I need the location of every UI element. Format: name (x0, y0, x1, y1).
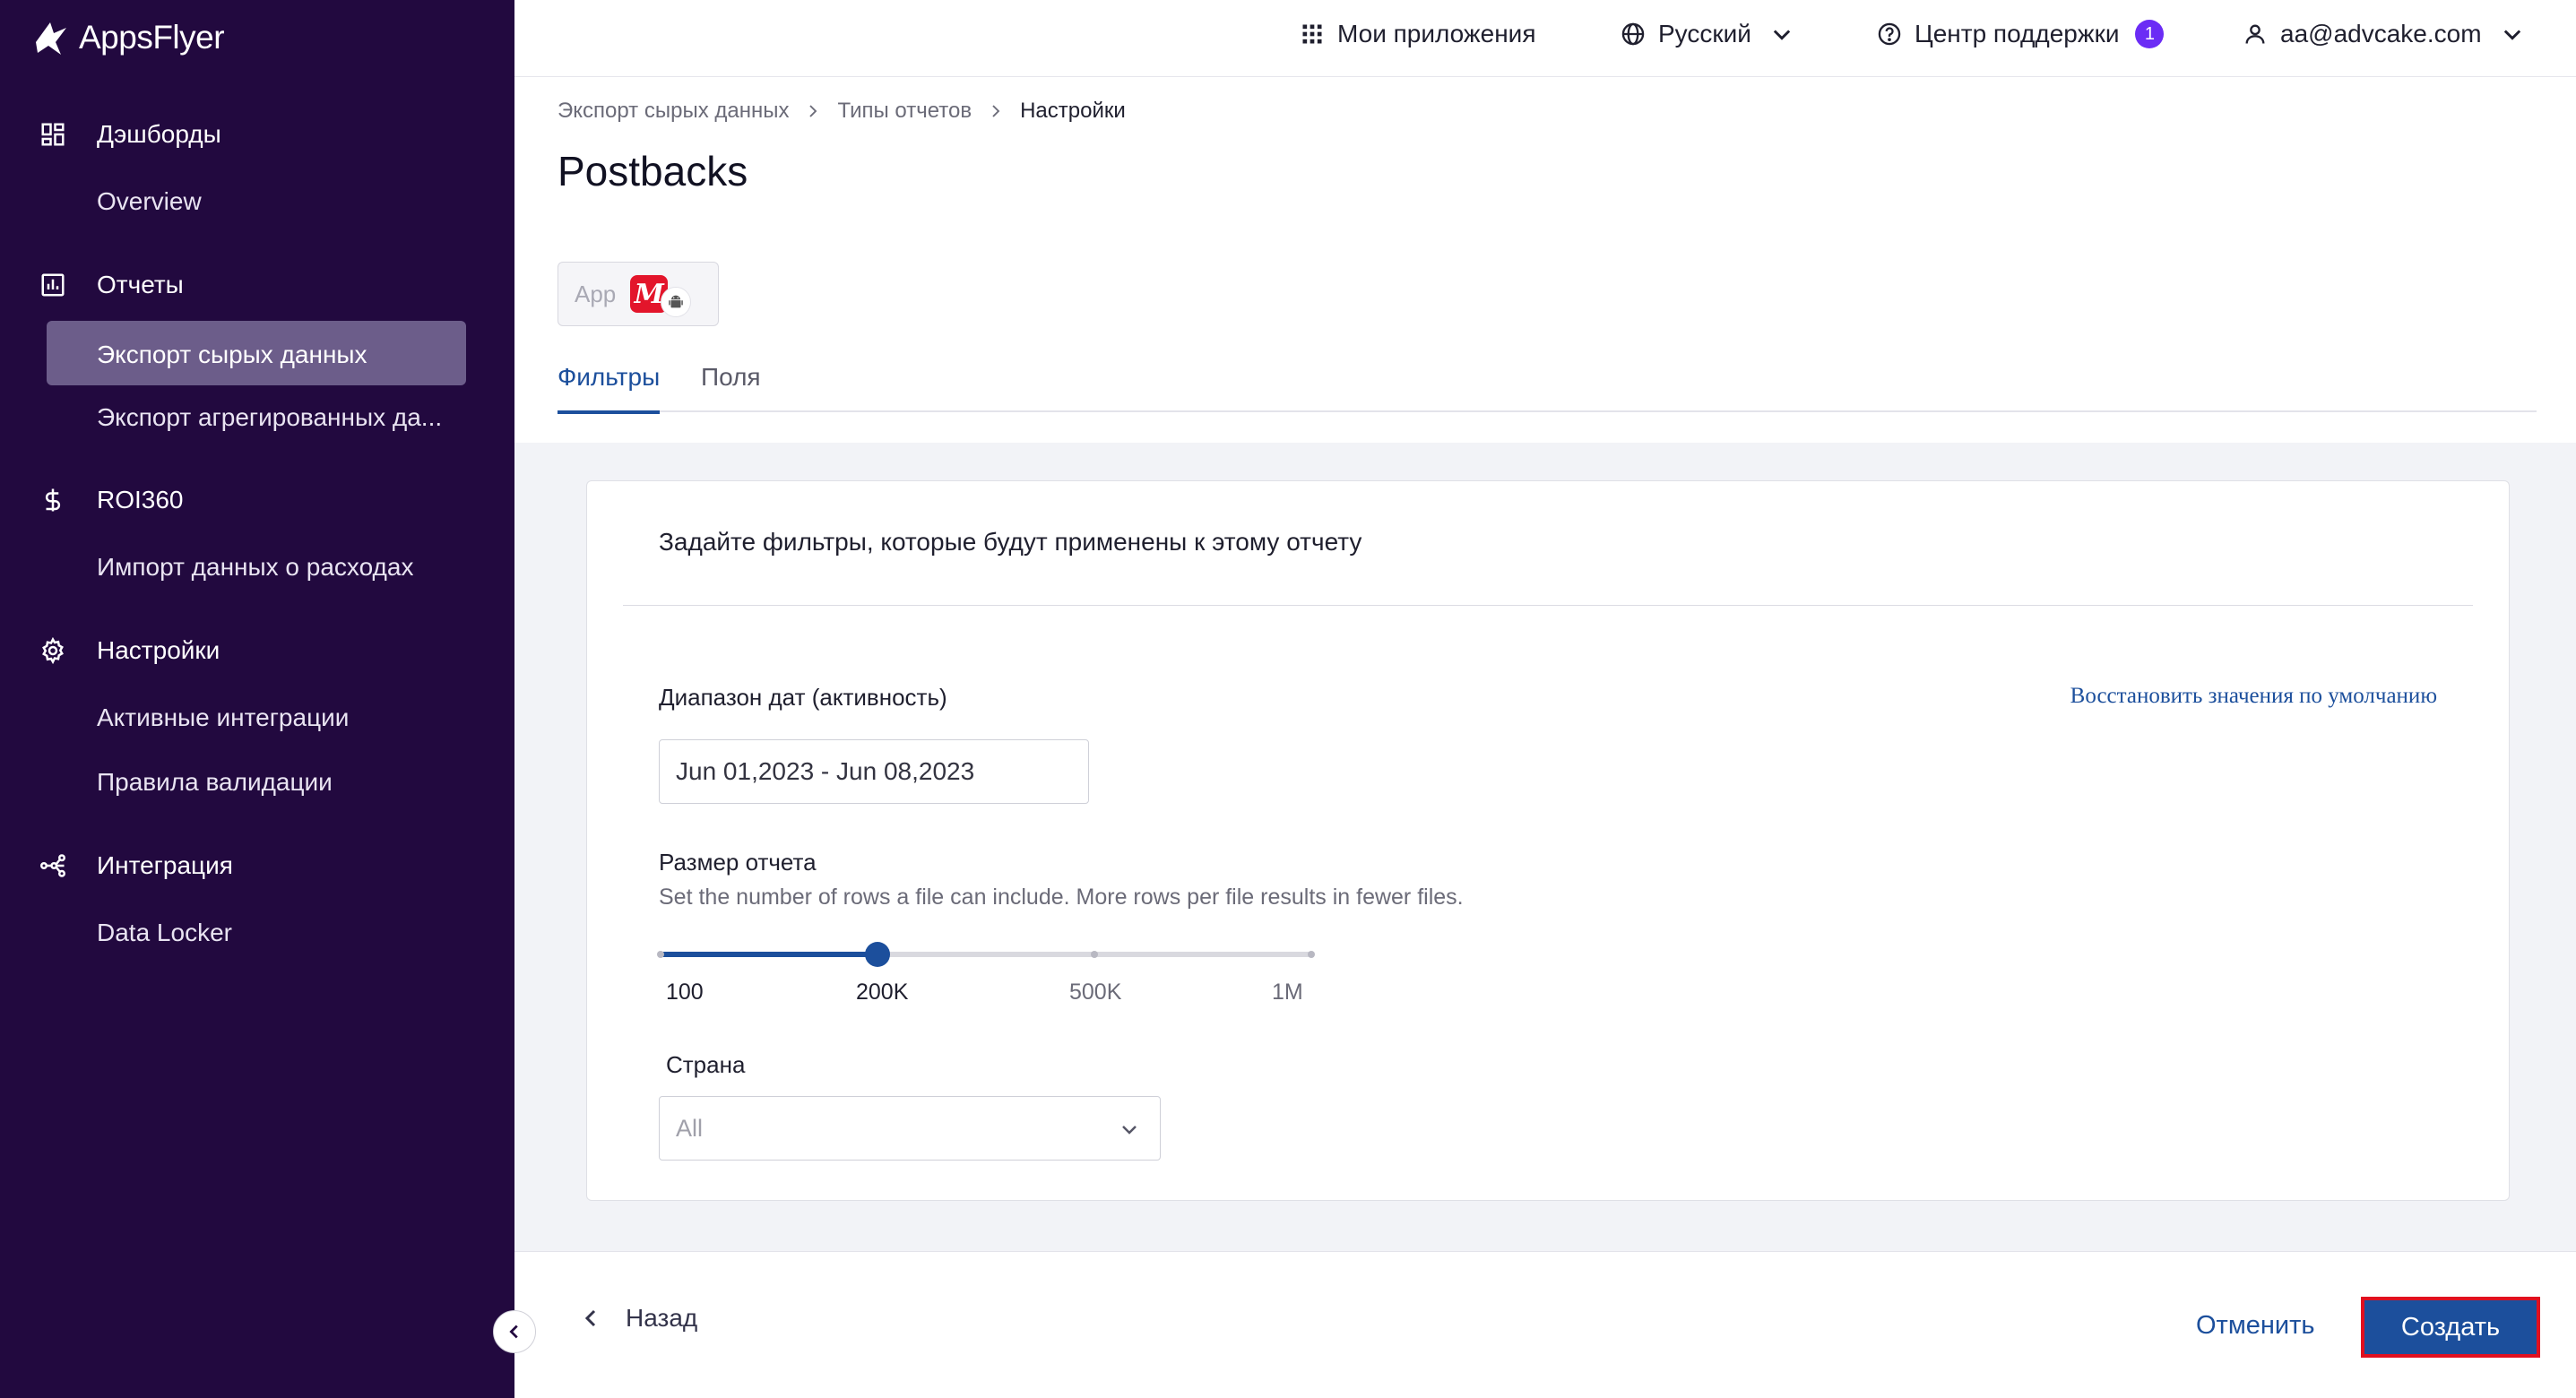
reports-icon (38, 270, 68, 300)
slider-tick (1090, 951, 1098, 958)
slider-stop-label[interactable]: 500K (1069, 979, 1121, 1005)
country-label: Страна (666, 1051, 746, 1078)
filters-heading: Задайте фильтры, которые будут применены… (659, 528, 1362, 556)
cancel-button[interactable]: Отменить (2196, 1293, 2315, 1358)
topbar: Мои приложения Русский Центр поддержки 1… (514, 0, 2576, 77)
slider-fill (661, 952, 877, 957)
date-range-input[interactable]: Jun 01,2023 - Jun 08,2023 (659, 739, 1089, 804)
chevron-down-icon (2503, 30, 2520, 40)
sidebar-item-label: Overview (97, 187, 202, 215)
android-icon (661, 287, 692, 317)
app-selector-chip[interactable]: App М (558, 262, 719, 326)
sidebar-section-label: Интеграция (97, 851, 233, 879)
my-apps-label: Мои приложения (1337, 20, 1536, 47)
chevron-down-icon (1122, 1126, 1137, 1135)
sidebar-item-overview[interactable]: Overview (0, 174, 514, 229)
create-label: Создать (2400, 1312, 2501, 1342)
page-title: Postbacks (558, 148, 748, 194)
account-email: aa@advcake.com (2280, 20, 2482, 47)
sidebar-section-integration[interactable]: Интеграция (0, 840, 514, 892)
sidebar-item-cost-import[interactable]: Импорт данных о расходах (0, 539, 514, 595)
back-button[interactable]: Назад (581, 1304, 697, 1333)
breadcrumb-raw-data-export[interactable]: Экспорт сырых данных (558, 99, 789, 124)
support-label: Центр поддержки (1915, 20, 2120, 47)
sidebar: AppsFlyer Дэшборды Overview Отчеты Экспо… (0, 0, 514, 1398)
chevron-left-icon (584, 1309, 596, 1327)
tab-label: Поля (701, 363, 761, 391)
sidebar-item-label: Импорт данных о расходах (97, 553, 414, 581)
user-icon (2245, 24, 2265, 44)
report-size-slider[interactable] (657, 940, 1315, 967)
language-selector[interactable]: Русский (1621, 0, 1794, 68)
chevron-left-icon (509, 1325, 518, 1339)
sidebar-item-label: Активные интеграции (97, 703, 350, 731)
sidebar-section-label: ROI360 (97, 486, 184, 513)
restore-defaults-link[interactable]: Восстановить значения по умолчанию (2070, 684, 2437, 709)
date-range-label: Диапазон дат (активность) (659, 684, 947, 711)
support-center-button[interactable]: Центр поддержки 1 (1877, 0, 2165, 68)
sidebar-section-reports[interactable]: Отчеты (0, 259, 514, 311)
help-icon (1878, 22, 1901, 46)
sidebar-section-label: Настройки (97, 636, 220, 664)
chevron-right-icon (992, 105, 1000, 117)
app-chip-label: App (575, 280, 617, 307)
chevron-down-icon (1773, 30, 1791, 40)
collapse-sidebar-button[interactable] (493, 1310, 536, 1353)
sidebar-section-label: Отчеты (97, 271, 184, 298)
report-size-hint: Set the number of rows a file can includ… (659, 885, 1464, 910)
cancel-label: Отменить (2196, 1310, 2315, 1340)
appsflyer-logo[interactable]: AppsFlyer (29, 9, 225, 66)
notification-badge: 1 (2135, 20, 2165, 48)
sidebar-item-data-locker[interactable]: Data Locker (0, 905, 514, 961)
sidebar-section-settings[interactable]: Настройки (0, 625, 514, 677)
tab-label: Фильтры (558, 363, 661, 391)
sidebar-section-dashboards[interactable]: Дэшборды (0, 108, 514, 160)
my-apps-button[interactable]: Мои приложения (1300, 0, 1535, 68)
sidebar-item-label: Экспорт агрегированных да... (97, 403, 443, 431)
sidebar-item-label: Экспорт сырых данных (97, 341, 367, 368)
breadcrumb: Экспорт сырых данных Типы отчетов Настро… (558, 99, 1126, 124)
slider-stop-label[interactable]: 200K (856, 979, 908, 1005)
breadcrumb-report-types[interactable]: Типы отчетов (837, 99, 972, 124)
report-size-label: Размер отчета (659, 849, 817, 876)
slider-tick (657, 951, 664, 958)
tab-fields[interactable]: Поля (701, 342, 761, 412)
brand-name: AppsFlyer (79, 19, 225, 56)
gear-icon (38, 635, 68, 666)
sidebar-section-label: Дэшборды (97, 120, 221, 148)
sidebar-item-aggregated-export[interactable]: Экспорт агрегированных да... (0, 390, 514, 445)
tab-filters[interactable]: Фильтры (558, 342, 661, 414)
sidebar-item-label: Data Locker (97, 919, 232, 946)
sidebar-item-raw-data-export[interactable]: Экспорт сырых данных (0, 321, 514, 385)
account-menu[interactable]: aa@advcake.com (2243, 0, 2525, 68)
sidebar-item-label: Правила валидации (97, 768, 333, 796)
globe-icon (1621, 22, 1645, 46)
sidebar-item-validation-rules[interactable]: Правила валидации (0, 755, 514, 810)
dollar-icon (38, 485, 68, 515)
back-label: Назад (626, 1304, 698, 1332)
divider (623, 605, 2473, 606)
slider-stop-label[interactable]: 1M (1272, 979, 1303, 1005)
date-range-value: Jun 01,2023 - Jun 08,2023 (676, 757, 975, 785)
sidebar-item-active-integrations[interactable]: Активные интеграции (0, 690, 514, 746)
page-header: Экспорт сырых данных Типы отчетов Настро… (514, 77, 2576, 443)
appsflyer-bird-icon (36, 22, 66, 55)
tabs: Фильтры Поля (558, 342, 2537, 414)
slider-thumb[interactable] (865, 942, 890, 967)
sidebar-section-roi360[interactable]: ROI360 (0, 474, 514, 526)
slider-stop-label[interactable]: 100 (666, 979, 704, 1005)
footer-bar: Назад Отменить Создать (514, 1251, 2576, 1398)
country-select[interactable]: All (659, 1096, 1161, 1161)
create-button[interactable]: Создать (2361, 1297, 2540, 1358)
grid-icon (1302, 24, 1322, 44)
integration-icon (38, 850, 68, 881)
language-label: Русский (1658, 20, 1751, 47)
breadcrumb-current: Настройки (1020, 99, 1126, 123)
filters-card: Задайте фильтры, которые будут применены… (586, 480, 2510, 1201)
dashboard-icon (38, 119, 68, 150)
country-value: All (676, 1114, 704, 1142)
slider-tick (1308, 951, 1315, 958)
chevron-right-icon (809, 105, 817, 117)
